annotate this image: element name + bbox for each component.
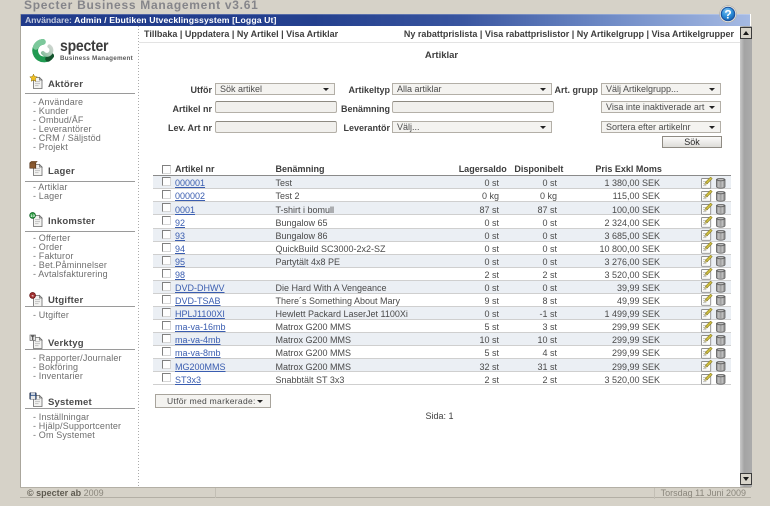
svg-text:?: ? bbox=[724, 7, 731, 21]
svg-text:10: 10 bbox=[30, 213, 35, 218]
